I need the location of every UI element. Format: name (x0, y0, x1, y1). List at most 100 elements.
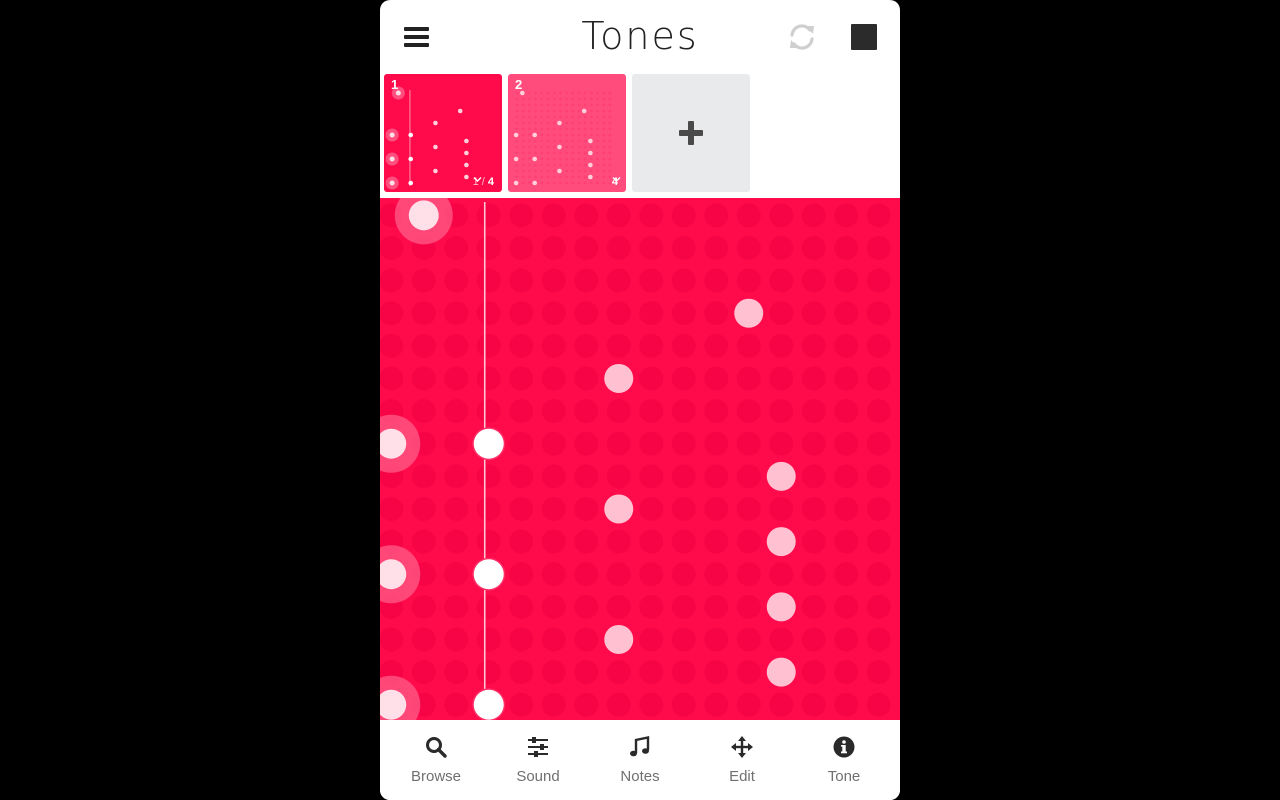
grid-cell (736, 333, 761, 358)
thumb-cell (608, 115, 612, 119)
thumb-note (513, 180, 519, 186)
grid-cell (801, 594, 826, 619)
thumb-cell (528, 139, 531, 143)
thumb-cell (577, 169, 581, 173)
grid-cell (541, 235, 566, 260)
grid-cell (704, 203, 729, 228)
thumb-note (408, 156, 414, 162)
grid-cell (380, 333, 404, 358)
thumb-cell (565, 181, 568, 185)
note-playing (473, 428, 504, 459)
thumb-cell (540, 127, 544, 131)
grid-cell (574, 594, 599, 619)
refresh-button[interactable] (785, 20, 819, 54)
thumb-cell (596, 163, 599, 167)
grid-cell (639, 660, 664, 685)
grid-cell (476, 235, 501, 260)
nav-notes[interactable]: Notes (589, 720, 691, 800)
grid-cell (704, 235, 729, 260)
thumb-cell (571, 139, 575, 143)
chevron-down-icon (473, 177, 482, 182)
thumb-cell (583, 97, 587, 101)
thumb-cell (515, 103, 519, 107)
nav-edit[interactable]: Edit (691, 720, 793, 800)
thumb-cell (540, 121, 544, 125)
pattern-tile-2[interactable]: 2 4 (508, 74, 626, 192)
thumb-cell (602, 151, 606, 155)
grid-cell (509, 268, 534, 293)
grid-cell (411, 399, 436, 424)
grid-cell (509, 594, 534, 619)
grid-cell (574, 464, 599, 489)
thumb-cell (571, 157, 575, 161)
grid-cell (606, 431, 631, 456)
grid-cell (639, 203, 664, 228)
nav-tone[interactable]: Tone (793, 720, 895, 800)
thumb-note (464, 150, 469, 156)
grid-cell (411, 301, 436, 326)
pattern-page-count[interactable]: 1 / 4 (473, 176, 494, 188)
thumb-note (389, 132, 395, 138)
plus-icon (679, 121, 703, 145)
note (766, 592, 796, 622)
stop-button[interactable] (846, 20, 880, 54)
grid-cell (444, 333, 469, 358)
pattern-page-count[interactable]: 4 (612, 176, 621, 188)
grid-cell (769, 333, 794, 358)
info-icon (833, 736, 855, 758)
thumb-cell (552, 145, 556, 149)
thumb-cell (608, 181, 612, 185)
grid-cell (509, 692, 534, 717)
grid-cell (541, 627, 566, 652)
thumb-cell (596, 139, 599, 143)
thumb-cell (608, 109, 612, 113)
grid-cell (671, 464, 696, 489)
thumb-cell (602, 115, 606, 119)
pattern-page-separator: / (481, 176, 485, 188)
nav-browse[interactable]: Browse (385, 720, 487, 800)
grid-cell (509, 333, 534, 358)
grid-cell (606, 399, 631, 424)
grid-cell (639, 366, 664, 391)
sequencer-grid[interactable] (380, 198, 900, 720)
grid-cell (541, 333, 566, 358)
grid-cell (736, 268, 761, 293)
grid-cell (866, 529, 891, 554)
grid-cell (509, 660, 534, 685)
pattern-tile-1[interactable]: 1 1 / 4 (384, 74, 502, 192)
thumb-cell (515, 163, 519, 167)
thumb-cell (596, 169, 599, 173)
grid-cell (574, 333, 599, 358)
grid-cell (444, 660, 469, 685)
grid-cell (509, 203, 534, 228)
grid-cell (769, 562, 794, 587)
thumb-cell (571, 133, 575, 137)
grid-cell (801, 399, 826, 424)
grid-cell (769, 627, 794, 652)
grid-cell (801, 333, 826, 358)
thumb-cell (565, 145, 568, 149)
grid-cell (671, 235, 696, 260)
add-pattern-button[interactable] (632, 74, 750, 192)
thumb-cell (565, 109, 568, 113)
menu-button[interactable] (398, 22, 436, 52)
thumb-cell (596, 103, 599, 107)
thumb-cell (534, 175, 538, 179)
thumb-cell (571, 145, 575, 149)
thumb-cell (559, 181, 562, 185)
thumb-cell (571, 103, 575, 107)
grid-cell (769, 203, 794, 228)
sequencer-canvas (380, 198, 891, 720)
nav-sound[interactable]: Sound (487, 720, 589, 800)
thumb-cell (521, 157, 525, 161)
grid-cell (866, 464, 891, 489)
thumb-cell (571, 109, 575, 113)
grid-cell (476, 333, 501, 358)
stop-icon (851, 24, 877, 50)
grid-cell (574, 660, 599, 685)
thumb-cell (602, 181, 606, 185)
grid-cell (444, 431, 469, 456)
thumb-cell (589, 181, 593, 185)
grid-cell (801, 203, 826, 228)
thumb-cell (608, 175, 612, 179)
